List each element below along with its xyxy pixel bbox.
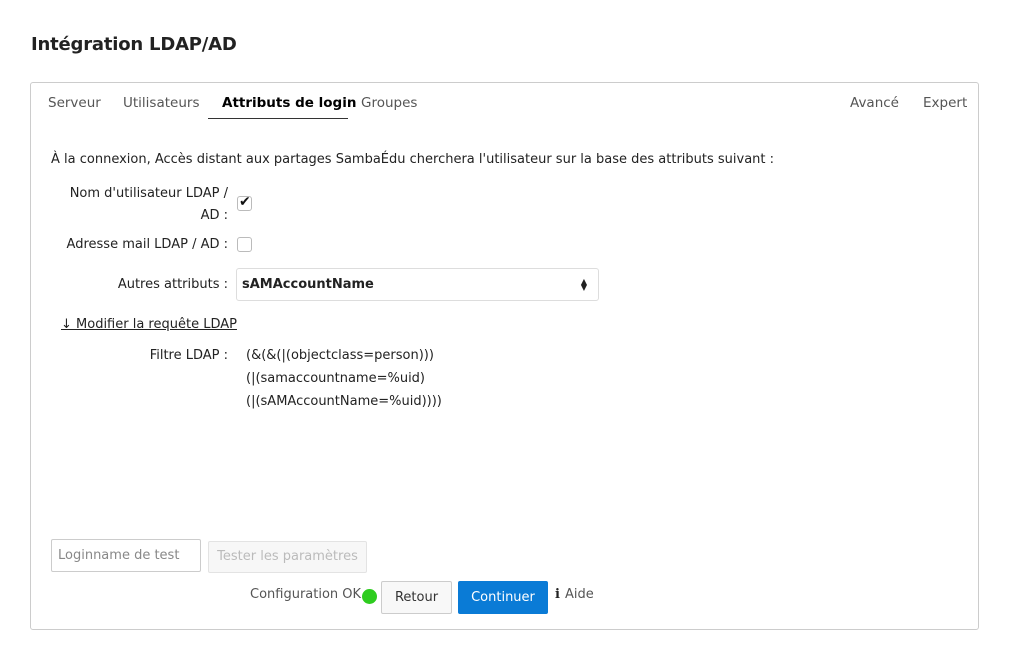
tab-groupes[interactable]: Groupes — [361, 95, 417, 111]
ldap-username-label-line1: Nom d'utilisateur LDAP / — [69, 186, 228, 201]
other-attributes-label: Autres attributs : — [117, 277, 228, 292]
ldap-mail-label: Adresse mail LDAP / AD : — [66, 237, 228, 252]
other-attributes-select[interactable]: sAMAccountName ▲ ▼ — [236, 268, 599, 301]
tab-utilisateurs[interactable]: Utilisateurs — [123, 95, 199, 111]
active-tab-indicator — [208, 118, 348, 119]
help-link[interactable]: i Aide — [555, 587, 594, 602]
continue-button[interactable]: Continuer — [458, 581, 548, 614]
ldap-filter-line: (|(samaccountname=%uid) — [246, 371, 426, 386]
modify-ldap-query-link[interactable]: ↓ Modifier la requête LDAP — [61, 317, 237, 332]
info-icon: i — [555, 587, 560, 602]
other-attributes-value: sAMAccountName — [242, 277, 374, 292]
tab-expert[interactable]: Expert — [923, 95, 967, 111]
test-settings-button[interactable]: Tester les paramètres — [208, 541, 367, 573]
ldap-filter-line: (&(&(|(objectclass=person))) — [246, 348, 434, 363]
back-button[interactable]: Retour — [381, 581, 452, 614]
ldap-filter-line: (|(sAMAccountName=%uid)))) — [246, 394, 442, 409]
help-label: Aide — [564, 587, 594, 602]
tab-serveur[interactable]: Serveur — [48, 95, 101, 111]
ldap-username-checkbox[interactable]: ✔ — [237, 194, 252, 211]
ldap-filter-label: Filtre LDAP : — [149, 348, 228, 363]
intro-text: À la connexion, Accès distant aux partag… — [51, 152, 775, 167]
status-ok-icon — [362, 589, 377, 604]
test-loginname-input[interactable] — [51, 539, 201, 572]
configuration-status: Configuration OK — [250, 587, 362, 602]
tab-avance[interactable]: Avancé — [850, 95, 899, 111]
ldap-username-label: Nom d'utilisateur LDAP / AD : — [51, 183, 228, 227]
ldap-username-label-line2: AD : — [200, 208, 228, 223]
ldap-mail-checkbox[interactable] — [237, 237, 252, 252]
select-arrows-icon: ▲ ▼ — [580, 277, 587, 292]
page-title: Intégration LDAP/AD — [31, 34, 237, 55]
settings-panel: Serveur Utilisateurs Attributs de login … — [30, 82, 979, 630]
tab-attributs-de-login[interactable]: Attributs de login — [222, 95, 356, 111]
checkmark-icon: ✔ — [239, 194, 251, 210]
